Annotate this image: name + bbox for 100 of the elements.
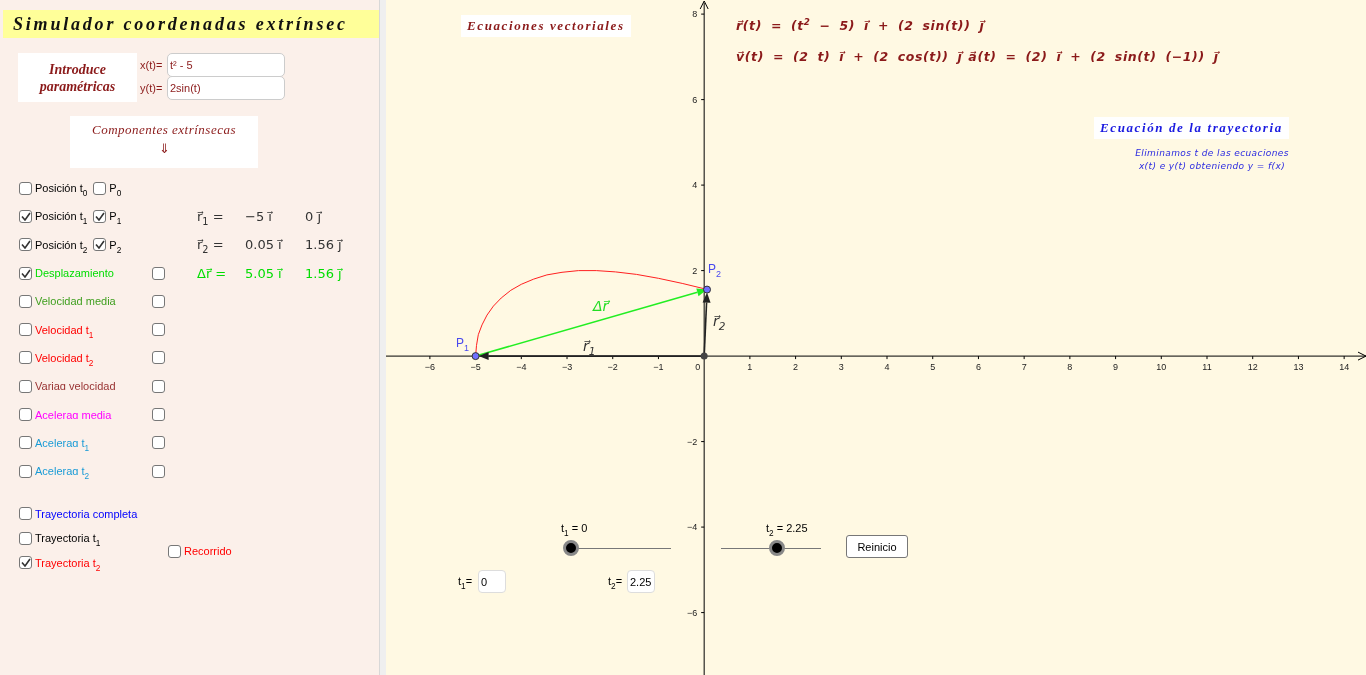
- option-label: Desplazamiento: [35, 267, 114, 280]
- down-arrow: ⇓: [158, 141, 170, 156]
- tick-label: −2: [607, 362, 618, 373]
- tick-label: 12: [1247, 362, 1258, 373]
- checkbox[interactable]: [19, 266, 32, 280]
- tick-label: −5: [470, 362, 481, 373]
- tick-label: 6: [692, 94, 698, 105]
- checkbox[interactable]: [19, 323, 32, 337]
- input-field[interactable]: 0: [478, 570, 506, 593]
- option-label: P$_{2}$: [109, 238, 122, 251]
- tick-label: −2: [686, 436, 698, 447]
- slider-label: t$_{2}$ = 2.25: [766, 522, 808, 534]
- reset-button[interactable]: Reinicio: [846, 535, 908, 558]
- tick-label: 6: [975, 362, 981, 373]
- checkbox[interactable]: [19, 209, 32, 223]
- option-label: Posición t$_{1}$: [35, 210, 88, 223]
- option-label: Trayectoria t$_{1}$: [35, 532, 101, 544]
- checkbox[interactable]: [168, 544, 181, 558]
- j-component: 1.56 j⃗: [305, 237, 344, 253]
- input-field[interactable]: 2.25: [627, 570, 655, 593]
- checkbox[interactable]: [19, 464, 32, 478]
- option-label: Trayectoria completa: [35, 507, 138, 520]
- app-title: Simulador coordenadas extrínsec: [3, 10, 379, 38]
- option-label: Trayectoria t$_{2}$: [35, 556, 101, 569]
- option-label: Aceleraɑ t$_{1}$: [35, 436, 90, 449]
- checkbox[interactable]: [19, 556, 32, 569]
- tick-label: −3: [561, 362, 573, 373]
- slider-thumb[interactable]: [769, 540, 785, 556]
- checkbox[interactable]: [93, 209, 107, 223]
- tick-label: 4: [692, 180, 698, 191]
- field-label: y(t)=: [140, 81, 164, 94]
- tick-label: 2: [692, 265, 698, 276]
- tick-label: 10: [1156, 362, 1167, 373]
- position-equation: r⃗(t) = (t$^{2}$ − 5) i⃗ + (2 sin(t)) j⃗: [736, 18, 985, 33]
- checkbox[interactable]: [19, 181, 32, 195]
- vector-label: r⃗$_{2}$: [713, 313, 726, 329]
- vector-label: Δr⃗: [593, 298, 609, 314]
- equations-title: Ecuaciones vectoriales: [461, 15, 631, 37]
- checkbox[interactable]: [152, 436, 165, 450]
- parametric-label: Introduce paramétricas: [18, 53, 137, 102]
- tick-label: 13: [1293, 362, 1304, 373]
- checkbox[interactable]: [152, 266, 165, 280]
- tick-label: 2: [793, 362, 799, 373]
- point-label: P$_{1}$: [456, 336, 470, 350]
- tick-label: 7: [1021, 362, 1027, 373]
- tick-label: 1: [747, 362, 753, 373]
- checkbox[interactable]: [19, 436, 32, 450]
- checkbox[interactable]: [19, 531, 32, 545]
- checkbox[interactable]: [19, 294, 32, 308]
- field-label: x(t)=: [140, 58, 164, 71]
- i-component: −5 i⃗: [245, 208, 274, 224]
- option-label: Velocidad media: [35, 295, 116, 308]
- point-label: P$_{2}$: [708, 262, 722, 276]
- option-label: Posición t$_{0}$: [35, 182, 88, 195]
- checkbox[interactable]: [19, 238, 32, 252]
- vector-label: r⃗$_{1}$: [583, 338, 596, 354]
- trajectory-title: Ecuación de la trayectoria: [1094, 117, 1289, 139]
- vector-equation: Δr⃗ =: [197, 265, 228, 281]
- components-title: Componentes extrínsecas: [92, 122, 236, 138]
- checkbox[interactable]: [19, 507, 32, 520]
- checkbox[interactable]: [152, 294, 165, 308]
- tick-label: 8: [692, 9, 698, 20]
- tick-label: −1: [653, 362, 664, 373]
- checkbox[interactable]: [152, 323, 165, 337]
- option-label: Aceleraɑ t$_{2}$: [35, 465, 90, 478]
- checkbox[interactable]: [152, 379, 165, 393]
- option-label: Aceleraɑ media: [35, 408, 112, 421]
- tick-label: 11: [1202, 362, 1212, 373]
- checkbox[interactable]: [93, 181, 107, 195]
- tick-label: 8: [1067, 362, 1073, 373]
- vector-equation: r⃗$_{1}$ =: [197, 208, 225, 224]
- input-field[interactable]: t² - 5: [167, 52, 285, 77]
- note-text: Eliminamos t de las ecuaciones: [1135, 147, 1289, 160]
- input-field[interactable]: 2sin(t): [167, 75, 285, 100]
- slider-thumb[interactable]: [563, 540, 579, 556]
- checkbox[interactable]: [152, 351, 165, 365]
- input-label: t$_{1}$=: [458, 575, 473, 587]
- checkbox[interactable]: [19, 351, 32, 365]
- tick-label: −4: [516, 362, 527, 373]
- option-label: P$_{0}$: [109, 182, 122, 195]
- checkbox[interactable]: [19, 379, 32, 393]
- i-component: 0.05 i⃗: [245, 237, 284, 253]
- j-component: 0 j⃗: [305, 208, 323, 224]
- acceleration-equation: a⃗(t) = (2) i⃗ + (2 sin(t) (−1)) j⃗: [968, 49, 1219, 64]
- tick-label: −4: [686, 522, 698, 533]
- tick-label: −6: [686, 607, 698, 618]
- option-label: Velocidad t$_{1}$: [35, 323, 94, 336]
- checkbox[interactable]: [152, 464, 165, 478]
- tick-label: −6: [424, 362, 435, 373]
- tick-label: 5: [930, 362, 936, 373]
- tick-label: 9: [1113, 362, 1119, 373]
- slider-label: t$_{1}$ = 0: [561, 522, 588, 534]
- checkbox[interactable]: [93, 238, 107, 252]
- note-text: x(t) e y(t) obteniendo y = f(x): [1138, 160, 1286, 173]
- checkbox[interactable]: [152, 408, 165, 421]
- option-label: Velocidad t$_{2}$: [35, 351, 94, 364]
- vector-equation: r⃗$_{2}$ =: [197, 237, 225, 253]
- checkbox[interactable]: [19, 408, 32, 421]
- option-label: Posición t$_{2}$: [35, 238, 88, 251]
- j-component: 1.56 j⃗: [305, 265, 344, 281]
